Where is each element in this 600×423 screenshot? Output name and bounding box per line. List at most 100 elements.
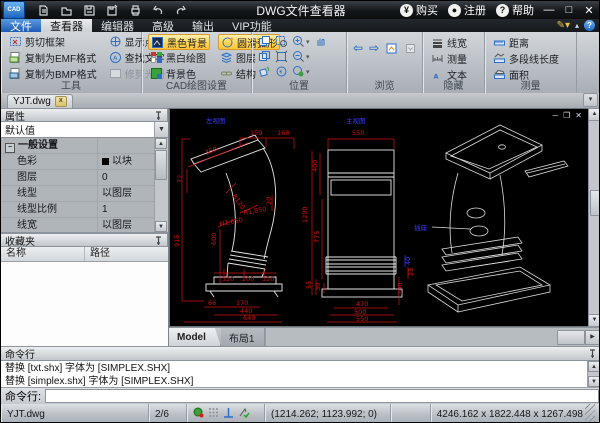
column-name[interactable]: 名称 bbox=[1, 247, 85, 261]
scroll-up-icon[interactable]: ▲ bbox=[589, 109, 599, 121]
menu-tab-高级[interactable]: 高级 bbox=[143, 19, 183, 33]
canvas-vscrollbar[interactable]: ▲ ▼ bbox=[588, 108, 599, 327]
measure-distance-button[interactable]: 距离 bbox=[491, 34, 572, 50]
locator-icon[interactable] bbox=[193, 407, 204, 421]
scroll-down-icon[interactable]: ▼ bbox=[155, 221, 167, 232]
hide-lineweight-button[interactable]: 线宽 bbox=[429, 34, 480, 50]
group-label-browse: 浏览 bbox=[374, 81, 395, 92]
document-tab[interactable]: YJT.dwg x bbox=[7, 94, 73, 108]
dimension-text: R1,850 bbox=[243, 205, 267, 217]
grid-snap-icon[interactable] bbox=[208, 407, 219, 421]
tab-list-dropdown[interactable]: ▾ bbox=[583, 93, 598, 107]
menu-tab-编辑器[interactable]: 编辑器 bbox=[92, 19, 143, 33]
command-input[interactable] bbox=[45, 389, 599, 403]
zoom-out-button[interactable]: ▾ bbox=[292, 50, 310, 63]
close-button[interactable]: ✕ bbox=[581, 4, 597, 17]
copy-emf-button[interactable]: 复制为EMF格式 bbox=[7, 50, 99, 66]
undo-icon[interactable] bbox=[150, 3, 167, 17]
scroll-down-icon[interactable]: ▼ bbox=[588, 376, 599, 387]
scroll-thumb[interactable] bbox=[557, 330, 585, 345]
measure-polyline-button[interactable]: 多段线长度 bbox=[491, 50, 572, 66]
copy-view-icon[interactable] bbox=[258, 35, 271, 48]
page-up-icon[interactable] bbox=[385, 42, 398, 55]
command-scrollbar[interactable]: ▲ ▼ bbox=[587, 361, 599, 387]
property-row[interactable]: 色彩 以块 bbox=[1, 154, 155, 170]
cad-canvas[interactable]: ─ ❐ ✕ 左视图 主视图 插座 159 168 350 72 R120 20 … bbox=[169, 108, 588, 327]
property-row[interactable]: 线型比例 1 bbox=[1, 202, 155, 218]
minimize-button[interactable]: — bbox=[541, 4, 557, 16]
dimension-text: 25 bbox=[407, 268, 415, 276]
group-label-hide: 隐藏 bbox=[443, 81, 464, 92]
zoom-in-button[interactable]: ▾ bbox=[292, 35, 310, 48]
paste-view-icon[interactable] bbox=[258, 50, 271, 63]
cut-frame-button[interactable]: 剪切框架 bbox=[7, 34, 99, 50]
zoom-extents-icon[interactable] bbox=[275, 50, 288, 63]
command-history[interactable]: 替换 [txt.shx] 字体为 [SIMPLEX.SHX] 替换 [simple… bbox=[1, 361, 599, 388]
zoom-window-icon[interactable] bbox=[275, 35, 288, 48]
layout-tab-Model[interactable]: Model bbox=[169, 328, 221, 346]
collapse-icon[interactable]: − bbox=[5, 143, 15, 153]
property-group-row[interactable]: − 一般设置 bbox=[1, 138, 155, 154]
pin-icon[interactable] bbox=[154, 110, 163, 120]
property-row[interactable]: 图层 0 bbox=[1, 170, 155, 186]
help-icon[interactable]: ? bbox=[584, 20, 595, 31]
mdi-close-icon[interactable]: ✕ bbox=[575, 111, 582, 120]
property-value[interactable]: 以图层 bbox=[98, 186, 155, 201]
column-path[interactable]: 路径 bbox=[85, 247, 110, 261]
menu-tab-查看器[interactable]: 查看器 bbox=[41, 19, 92, 33]
property-value[interactable]: 1 bbox=[98, 202, 155, 217]
open-file-icon[interactable] bbox=[58, 3, 75, 17]
canvas-hscrollbar[interactable]: ▶ bbox=[265, 328, 599, 346]
preset-combobox[interactable]: 默认值 ▼ bbox=[1, 122, 168, 138]
scroll-down-icon[interactable]: ▼ bbox=[589, 314, 599, 326]
front-view-label: 主视图 bbox=[346, 116, 366, 125]
app-logo-icon[interactable]: CAD bbox=[3, 1, 25, 19]
scroll-thumb[interactable] bbox=[590, 190, 599, 216]
property-scrollbar[interactable]: ▲ ▼ bbox=[154, 138, 168, 232]
pin-icon[interactable] bbox=[154, 235, 163, 245]
print-icon[interactable] bbox=[127, 3, 144, 17]
back-icon[interactable]: ⇦ bbox=[353, 41, 363, 55]
mdi-minimize-icon[interactable]: ─ bbox=[552, 111, 558, 120]
layout-tab-布局1[interactable]: 布局1 bbox=[220, 328, 266, 346]
hide-measure-button[interactable]: 测量 bbox=[429, 50, 480, 66]
ortho-icon[interactable] bbox=[223, 407, 234, 421]
scroll-up-icon[interactable]: ▲ bbox=[588, 361, 599, 372]
user-icon: ● bbox=[448, 3, 461, 17]
menu-tab-输出[interactable]: 输出 bbox=[183, 19, 223, 33]
property-value[interactable]: 以块 bbox=[98, 154, 155, 169]
save-icon[interactable] bbox=[81, 3, 98, 17]
maximize-button[interactable]: □ bbox=[561, 4, 577, 16]
scroll-right-icon[interactable]: ▶ bbox=[585, 330, 599, 345]
menu-tab-VIP功能[interactable]: VIP功能 bbox=[223, 19, 281, 33]
status-coordinates: (1214.262; 1123.992; 0) bbox=[265, 404, 391, 422]
buy-button[interactable]: ¥ 购买 bbox=[397, 2, 441, 18]
redo-icon[interactable] bbox=[173, 3, 190, 17]
pencil-icon[interactable]: ✎▾ bbox=[557, 20, 570, 31]
pan-hand-icon[interactable] bbox=[314, 35, 327, 48]
scroll-thumb[interactable] bbox=[155, 150, 167, 180]
document-tab-close-icon[interactable]: x bbox=[54, 96, 67, 107]
black-background-toggle[interactable]: 黑色背景 bbox=[148, 34, 210, 50]
help-button[interactable]: ? 帮助 bbox=[493, 2, 537, 18]
command-lines: 替换 [txt.shx] 字体为 [SIMPLEX.SHX] 替换 [simple… bbox=[5, 362, 585, 387]
preset-value: 默认值 bbox=[5, 126, 35, 137]
favorites-list[interactable] bbox=[1, 262, 168, 346]
property-row[interactable]: 线宽 以图层 bbox=[1, 218, 155, 232]
property-row[interactable]: 线型 以图层 bbox=[1, 186, 155, 202]
menu-tab-文件[interactable]: 文件 bbox=[1, 19, 41, 33]
new-file-icon[interactable] bbox=[35, 3, 52, 17]
property-value[interactable]: 0 bbox=[98, 170, 155, 185]
pin-icon[interactable] bbox=[588, 349, 597, 358]
mdi-restore-icon[interactable]: ❐ bbox=[563, 111, 570, 120]
property-value[interactable]: 以图层 bbox=[98, 218, 155, 232]
register-button[interactable]: ● 注册 bbox=[445, 2, 489, 18]
osnap-icon[interactable] bbox=[238, 407, 250, 421]
resize-grip[interactable] bbox=[585, 404, 595, 422]
save-as-icon[interactable] bbox=[104, 3, 121, 17]
collapse-ribbon-icon[interactable]: ▴ bbox=[575, 21, 579, 30]
chevron-down-icon[interactable]: ▼ bbox=[154, 122, 168, 137]
forward-icon[interactable]: ⇨ bbox=[369, 41, 379, 55]
scroll-up-icon[interactable]: ▲ bbox=[155, 138, 167, 149]
bw-drawing-button[interactable]: 黑白绘图 bbox=[148, 50, 210, 66]
